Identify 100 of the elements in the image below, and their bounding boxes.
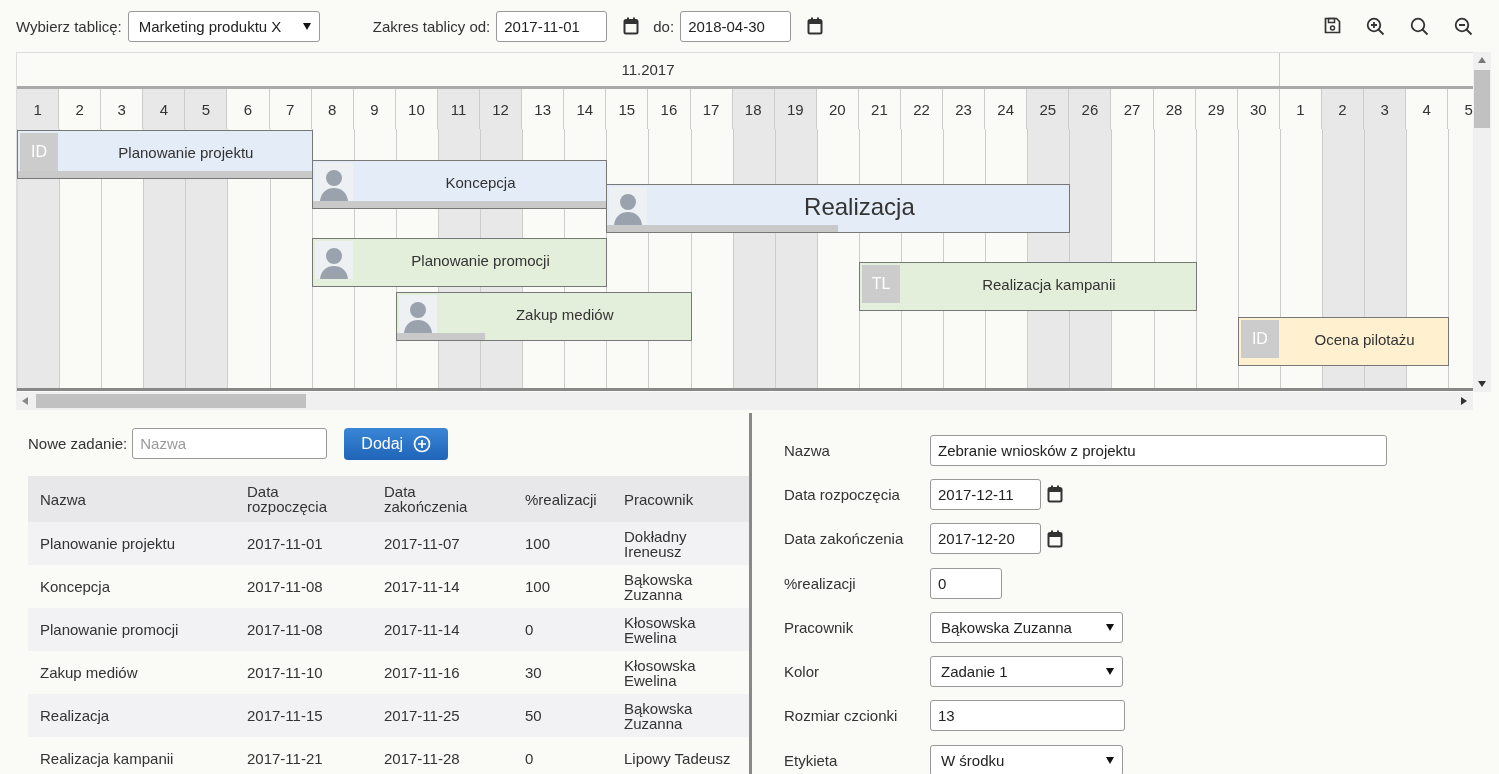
day-header: 17 — [690, 89, 733, 129]
task-label: Realizacja kampanii — [981, 276, 1117, 294]
avatar-icon — [314, 163, 353, 201]
vertical-scrollbar[interactable] — [1473, 52, 1491, 392]
date-field[interactable]: 2017-12-11 — [930, 478, 1041, 510]
date-field[interactable]: 2017-11-01 — [496, 10, 608, 42]
zoom-in-icon[interactable] — [1366, 16, 1385, 36]
table-cell: 100 — [513, 522, 612, 565]
calendar-icon[interactable] — [1047, 529, 1063, 548]
table-cell: Koncepcja — [28, 565, 235, 608]
table-cell: Planowanie promocji — [28, 608, 235, 651]
day-header: 1 — [1279, 89, 1322, 129]
field-label: Nazwa — [784, 441, 831, 459]
new-task-label: Nowe zadanie: — [28, 435, 128, 452]
avatar-icon — [314, 241, 353, 279]
column-header[interactable]: Data rozpoczęcia — [235, 476, 372, 522]
day-header: 15 — [606, 89, 649, 129]
add-button[interactable]: Dodaj — [344, 427, 449, 460]
date-field[interactable]: 2018-04-30 — [680, 10, 792, 42]
task-label: Planowanie promocji — [410, 252, 551, 270]
day-header: 13 — [522, 89, 565, 129]
to-label: do: — [653, 17, 675, 35]
field-label: Kolor — [784, 663, 821, 681]
select-field[interactable]: W środku — [930, 744, 1123, 774]
day-header: 12 — [480, 89, 523, 129]
number-field[interactable]: 0 — [930, 567, 1002, 599]
horizontal-scrollbar[interactable] — [16, 392, 1473, 410]
table-cell: 30 — [513, 651, 612, 694]
table-cell: 2017-11-14 — [372, 608, 513, 651]
search-icon[interactable] — [1410, 16, 1429, 36]
table-cell: 2017-11-08 — [235, 565, 372, 608]
column-header[interactable]: Pracownik — [612, 476, 750, 522]
day-header: 11 — [437, 89, 481, 129]
scroll-left-icon[interactable] — [22, 397, 28, 405]
task-label: Zakup mediów — [514, 306, 615, 324]
number-field[interactable]: 13 — [930, 700, 1125, 732]
scroll-right-icon[interactable] — [1461, 397, 1467, 405]
day-header: 5 — [185, 89, 228, 129]
table-cell: 2017-11-16 — [372, 651, 513, 694]
calendar-icon[interactable] — [1047, 485, 1063, 504]
table-cell: 2017-11-07 — [372, 522, 513, 565]
column-header[interactable]: %realizacji — [513, 476, 612, 522]
table-cell: Planowanie projektu — [28, 522, 235, 565]
table-cell: 2017-11-15 — [235, 694, 372, 737]
table-cell: 100 — [513, 565, 612, 608]
table-cell: Bąkowska Zuzanna — [612, 565, 750, 608]
table-cell: 50 — [513, 694, 612, 737]
day-header: 30 — [1237, 89, 1280, 129]
day-header: 21 — [858, 89, 901, 129]
scroll-up-icon[interactable] — [1478, 57, 1486, 63]
task-bar[interactable]: Realizacja — [606, 184, 1071, 233]
task-label: Ocena pilotażu — [1313, 331, 1416, 349]
date-field[interactable]: 2017-12-20 — [930, 523, 1041, 555]
day-header: 6 — [227, 89, 270, 129]
board-select[interactable]: Marketing produktu X — [127, 10, 320, 42]
select-field[interactable]: Bąkowska Zuzanna — [930, 611, 1123, 643]
select-field[interactable]: Zadanie 1 — [930, 656, 1123, 688]
calendar-icon[interactable] — [623, 17, 640, 35]
day-header: 4 — [1406, 89, 1449, 129]
scroll-down-icon[interactable] — [1478, 381, 1486, 387]
day-header: 10 — [395, 89, 438, 129]
day-header: 26 — [1069, 89, 1112, 129]
day-header: 16 — [648, 89, 691, 129]
table-cell: 2017-11-14 — [372, 565, 513, 608]
table-cell: Kłosowska Ewelina — [612, 608, 750, 651]
day-header: 25 — [1027, 89, 1070, 129]
day-header: 8 — [311, 89, 354, 129]
day-header: 3 — [1364, 89, 1407, 129]
table-cell: Kłosowska Ewelina — [612, 651, 750, 694]
field-label: Data rozpoczęcia — [784, 485, 901, 503]
zoom-out-icon[interactable] — [1454, 16, 1473, 36]
day-header: 28 — [1153, 89, 1196, 129]
task-label: Realizacja — [803, 193, 916, 221]
calendar-icon[interactable] — [807, 17, 824, 35]
column-header[interactable]: Nazwa — [28, 476, 235, 522]
task-bar[interactable]: Zakup mediów — [395, 292, 692, 341]
day-header: 29 — [1195, 89, 1238, 129]
table-cell: 2017-11-28 — [372, 737, 513, 774]
table-cell: Realizacja — [28, 694, 235, 737]
task-bar[interactable]: Planowanie promocji — [311, 238, 608, 287]
field-label: %realizacji — [784, 574, 857, 592]
save-icon[interactable] — [1324, 16, 1341, 34]
day-header: 18 — [732, 89, 775, 129]
day-header: 9 — [353, 89, 396, 129]
scrollbar-thumb[interactable] — [1474, 70, 1490, 128]
table-cell: 0 — [513, 737, 612, 774]
day-header: 27 — [1111, 89, 1154, 129]
day-header: 14 — [564, 89, 607, 129]
month-label: 11.2017 — [621, 61, 675, 78]
table-cell: 2017-11-08 — [235, 608, 372, 651]
day-header: 1 — [17, 89, 60, 129]
table-cell: Lipowy Tadeusz — [612, 737, 750, 774]
column-header[interactable]: Data zakończenia — [372, 476, 513, 522]
task-bar[interactable]: Koncepcja — [311, 160, 608, 209]
board-label: Wybierz tablicę: — [16, 17, 122, 35]
table-cell: 2017-11-25 — [372, 694, 513, 737]
text-field[interactable]: Zebranie wniosków z projektu — [930, 434, 1387, 466]
scrollbar-thumb[interactable] — [36, 394, 306, 408]
day-header: 22 — [900, 89, 944, 129]
field-label: Pracownik — [784, 618, 855, 636]
